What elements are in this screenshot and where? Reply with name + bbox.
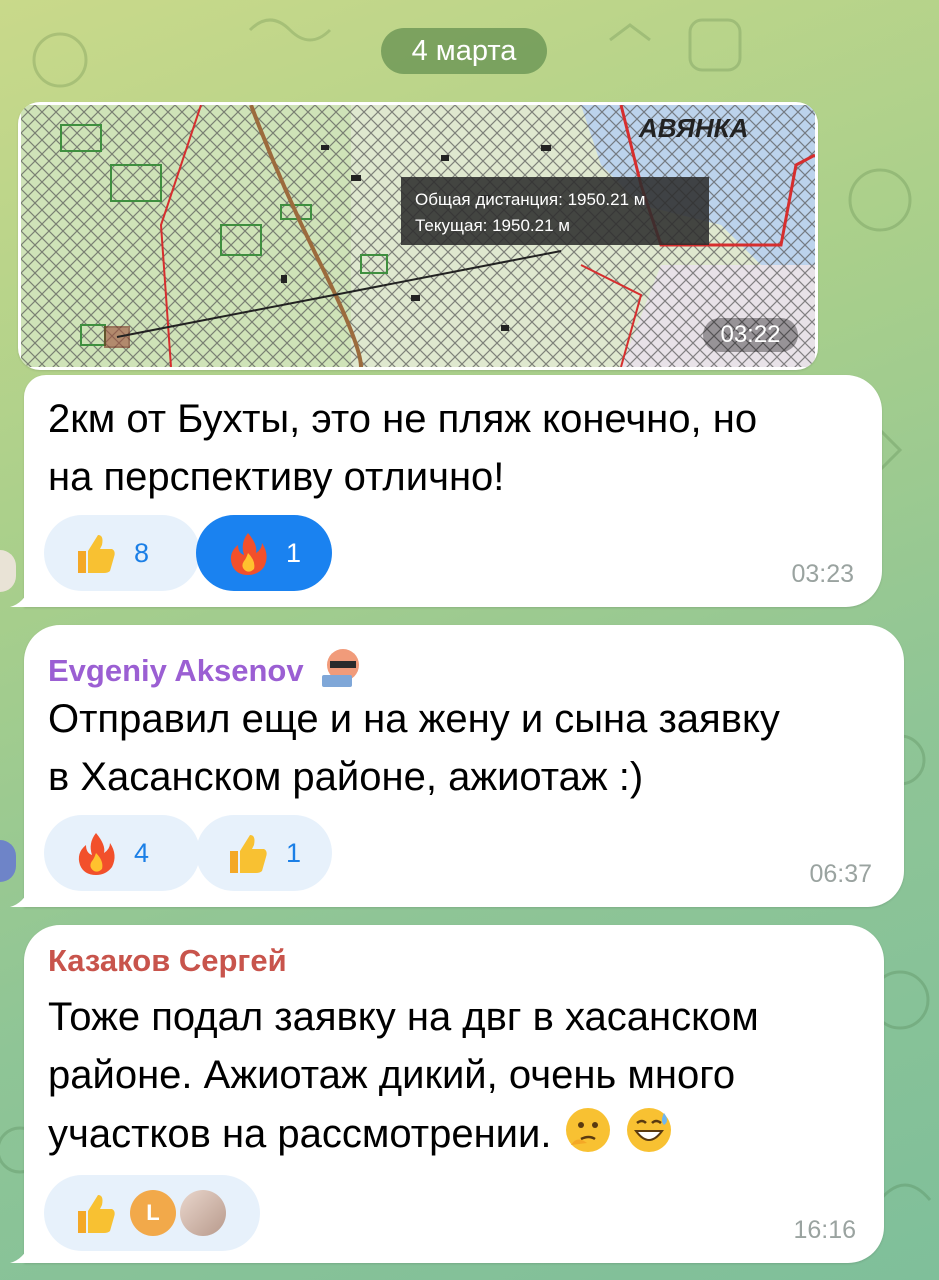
message-time: 16:16: [793, 1216, 856, 1244]
message-text-line: Тоже подал заявку на двг в хасанском: [48, 995, 759, 1039]
emoji-status-icon: [322, 649, 360, 687]
message-bubble[interactable]: Evgeniy Aksenov Отправил еще и на жену и…: [10, 625, 904, 907]
thumbs-up-icon: [78, 1195, 115, 1233]
reaction-count: 1: [286, 837, 302, 868]
map-place-label: АВЯНКА: [638, 113, 748, 143]
message-text-line-3: участков на рассмотрении.: [48, 1105, 674, 1162]
message-time: 06:37: [809, 860, 872, 888]
bubble-tail: [10, 587, 30, 607]
reaction-thumbs-up[interactable]: 8: [44, 515, 200, 591]
thinking-face-icon: [565, 1108, 610, 1152]
reaction-fire[interactable]: 4: [44, 815, 200, 891]
message-bubble[interactable]: 2км от Бухты, это не пляж конечно, но на…: [10, 375, 882, 607]
message-time: 03:23: [791, 560, 854, 588]
reaction-count: 1: [286, 537, 302, 568]
message-time: 03:22: [703, 318, 798, 352]
grinning-sweat-icon: [626, 1108, 671, 1152]
map-image-message[interactable]: Общая дистанция: 1950.21 м Текущая: 1950…: [18, 102, 818, 370]
reaction-count: 8: [134, 537, 150, 568]
message-text-line: на перспективу отлично!: [48, 455, 505, 499]
bubble-tail: [10, 1243, 30, 1263]
fire-icon: [78, 833, 115, 875]
message-text-line: в Хасанском районе, ажиотаж :): [48, 755, 644, 799]
reactor-avatar-photo[interactable]: [180, 1190, 226, 1236]
thumbs-up-icon: [230, 835, 267, 873]
date-separator: 4 марта: [381, 28, 547, 74]
sender-name-text: Evgeniy Aksenov: [48, 653, 304, 688]
message-text-line: 2км от Бухты, это не пляж конечно, но: [48, 397, 758, 441]
reactor-avatar[interactable]: L: [130, 1190, 176, 1236]
map-distance-current: Текущая: 1950.21 м: [415, 216, 570, 235]
sender-name[interactable]: Evgeniy Aksenov: [48, 645, 364, 691]
message-text-line: районе. Ажиотаж дикий, очень много: [48, 1053, 736, 1097]
map-image: Общая дистанция: 1950.21 м Текущая: 1950…: [21, 105, 815, 367]
fire-icon: [230, 533, 267, 575]
reaction-count: 4: [134, 837, 150, 868]
thumbs-up-icon: [78, 535, 115, 573]
sender-name[interactable]: Казаков Сергей: [48, 943, 287, 979]
message-text-fragment: участков на рассмотрении.: [48, 1112, 552, 1156]
reaction-thumbs-up[interactable]: L: [44, 1175, 260, 1251]
map-distance-total: Общая дистанция: 1950.21 м: [415, 190, 645, 209]
reaction-fire[interactable]: 1: [196, 515, 332, 591]
message-bubble[interactable]: Казаков Сергей Тоже подал заявку на двг …: [10, 925, 884, 1263]
message-text-line: Отправил еще и на жену и сына заявку: [48, 697, 780, 741]
reaction-thumbs-up[interactable]: 1: [196, 815, 332, 891]
bubble-tail: [10, 887, 30, 907]
